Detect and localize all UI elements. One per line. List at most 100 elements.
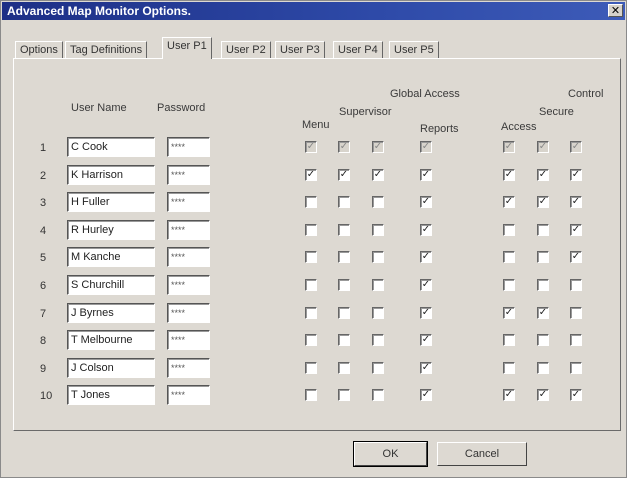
control-checkbox[interactable]: ✓: [570, 251, 582, 263]
supervisor-checkbox-b[interactable]: [372, 362, 384, 374]
reports-checkbox[interactable]: ✓: [420, 141, 432, 153]
password-field[interactable]: ****: [167, 247, 210, 267]
password-field[interactable]: ****: [167, 358, 210, 378]
reports-checkbox[interactable]: ✓: [420, 224, 432, 236]
secure-checkbox[interactable]: ✓: [537, 389, 549, 401]
access-checkbox[interactable]: ✓: [503, 307, 515, 319]
password-field[interactable]: ****: [167, 165, 210, 185]
menu-checkbox[interactable]: [305, 307, 317, 319]
tab-user-p4[interactable]: User P4: [333, 41, 383, 58]
user-name-field[interactable]: K Harrison: [67, 165, 155, 185]
supervisor-checkbox-b[interactable]: [372, 279, 384, 291]
control-checkbox[interactable]: ✓: [570, 224, 582, 236]
user-name-field[interactable]: C Cook: [67, 137, 155, 157]
user-name-field[interactable]: J Byrnes: [67, 303, 155, 323]
secure-checkbox[interactable]: [537, 279, 549, 291]
supervisor-checkbox-b[interactable]: ✓: [372, 169, 384, 181]
menu-checkbox[interactable]: [305, 389, 317, 401]
control-checkbox[interactable]: [570, 362, 582, 374]
user-name-field[interactable]: T Melbourne: [67, 330, 155, 350]
password-field[interactable]: ****: [167, 330, 210, 350]
password-field[interactable]: ****: [167, 303, 210, 323]
supervisor-checkbox-a[interactable]: [338, 251, 350, 263]
tab-options[interactable]: Options: [15, 41, 63, 58]
secure-checkbox[interactable]: ✓: [537, 141, 549, 153]
menu-checkbox[interactable]: [305, 334, 317, 346]
access-checkbox[interactable]: [503, 334, 515, 346]
supervisor-checkbox-a[interactable]: ✓: [338, 169, 350, 181]
secure-checkbox[interactable]: [537, 224, 549, 236]
supervisor-checkbox-a[interactable]: ✓: [338, 141, 350, 153]
tab-tag-definitions[interactable]: Tag Definitions: [65, 41, 148, 58]
access-checkbox[interactable]: [503, 224, 515, 236]
control-checkbox[interactable]: ✓: [570, 196, 582, 208]
user-name-field[interactable]: H Fuller: [67, 192, 155, 212]
user-name-field[interactable]: R Hurley: [67, 220, 155, 240]
user-name-field[interactable]: S Churchill: [67, 275, 155, 295]
control-checkbox[interactable]: [570, 307, 582, 319]
menu-checkbox[interactable]: [305, 196, 317, 208]
user-name-field[interactable]: M Kanche: [67, 247, 155, 267]
secure-checkbox[interactable]: ✓: [537, 196, 549, 208]
supervisor-checkbox-a[interactable]: [338, 307, 350, 319]
control-checkbox[interactable]: [570, 334, 582, 346]
access-checkbox[interactable]: ✓: [503, 141, 515, 153]
supervisor-checkbox-a[interactable]: [338, 224, 350, 236]
password-field[interactable]: ****: [167, 275, 210, 295]
reports-checkbox[interactable]: ✓: [420, 251, 432, 263]
menu-checkbox[interactable]: [305, 362, 317, 374]
control-checkbox[interactable]: ✓: [570, 141, 582, 153]
menu-checkbox[interactable]: [305, 251, 317, 263]
tab-user-p5[interactable]: User P5: [389, 41, 439, 58]
reports-checkbox[interactable]: ✓: [420, 362, 432, 374]
supervisor-checkbox-b[interactable]: [372, 334, 384, 346]
supervisor-checkbox-a[interactable]: [338, 279, 350, 291]
supervisor-checkbox-b[interactable]: ✓: [372, 141, 384, 153]
ok-button[interactable]: OK: [353, 441, 428, 467]
menu-checkbox[interactable]: ✓: [305, 169, 317, 181]
reports-checkbox[interactable]: ✓: [420, 389, 432, 401]
secure-checkbox[interactable]: [537, 334, 549, 346]
access-checkbox[interactable]: ✓: [503, 389, 515, 401]
tab-user-p1[interactable]: User P1: [162, 37, 212, 59]
secure-checkbox[interactable]: ✓: [537, 307, 549, 319]
control-checkbox[interactable]: ✓: [570, 169, 582, 181]
access-checkbox[interactable]: [503, 362, 515, 374]
access-checkbox[interactable]: ✓: [503, 196, 515, 208]
access-checkbox[interactable]: [503, 279, 515, 291]
reports-checkbox[interactable]: ✓: [420, 307, 432, 319]
reports-checkbox[interactable]: ✓: [420, 169, 432, 181]
access-checkbox[interactable]: ✓: [503, 169, 515, 181]
supervisor-checkbox-a[interactable]: [338, 334, 350, 346]
supervisor-checkbox-b[interactable]: [372, 307, 384, 319]
secure-checkbox[interactable]: ✓: [537, 169, 549, 181]
supervisor-checkbox-b[interactable]: [372, 251, 384, 263]
secure-checkbox[interactable]: [537, 251, 549, 263]
supervisor-checkbox-a[interactable]: [338, 196, 350, 208]
close-icon[interactable]: ✕: [608, 4, 623, 17]
control-checkbox[interactable]: [570, 279, 582, 291]
supervisor-checkbox-b[interactable]: [372, 224, 384, 236]
tab-user-p3[interactable]: User P3: [275, 41, 325, 58]
supervisor-checkbox-b[interactable]: [372, 389, 384, 401]
menu-checkbox[interactable]: ✓: [305, 141, 317, 153]
reports-checkbox[interactable]: ✓: [420, 279, 432, 291]
control-checkbox[interactable]: ✓: [570, 389, 582, 401]
reports-checkbox[interactable]: ✓: [420, 196, 432, 208]
cancel-button[interactable]: Cancel: [437, 442, 527, 466]
tab-user-p2[interactable]: User P2: [221, 41, 271, 58]
password-field[interactable]: ****: [167, 192, 210, 212]
password-field[interactable]: ****: [167, 137, 210, 157]
menu-checkbox[interactable]: [305, 279, 317, 291]
user-name-field[interactable]: T Jones: [67, 385, 155, 405]
user-name-field[interactable]: J Colson: [67, 358, 155, 378]
reports-checkbox[interactable]: ✓: [420, 334, 432, 346]
supervisor-checkbox-b[interactable]: [372, 196, 384, 208]
menu-checkbox[interactable]: [305, 224, 317, 236]
access-checkbox[interactable]: [503, 251, 515, 263]
secure-checkbox[interactable]: [537, 362, 549, 374]
supervisor-checkbox-a[interactable]: [338, 362, 350, 374]
password-field[interactable]: ****: [167, 385, 210, 405]
title-bar[interactable]: Advanced Map Monitor Options. ✕: [2, 2, 625, 20]
supervisor-checkbox-a[interactable]: [338, 389, 350, 401]
